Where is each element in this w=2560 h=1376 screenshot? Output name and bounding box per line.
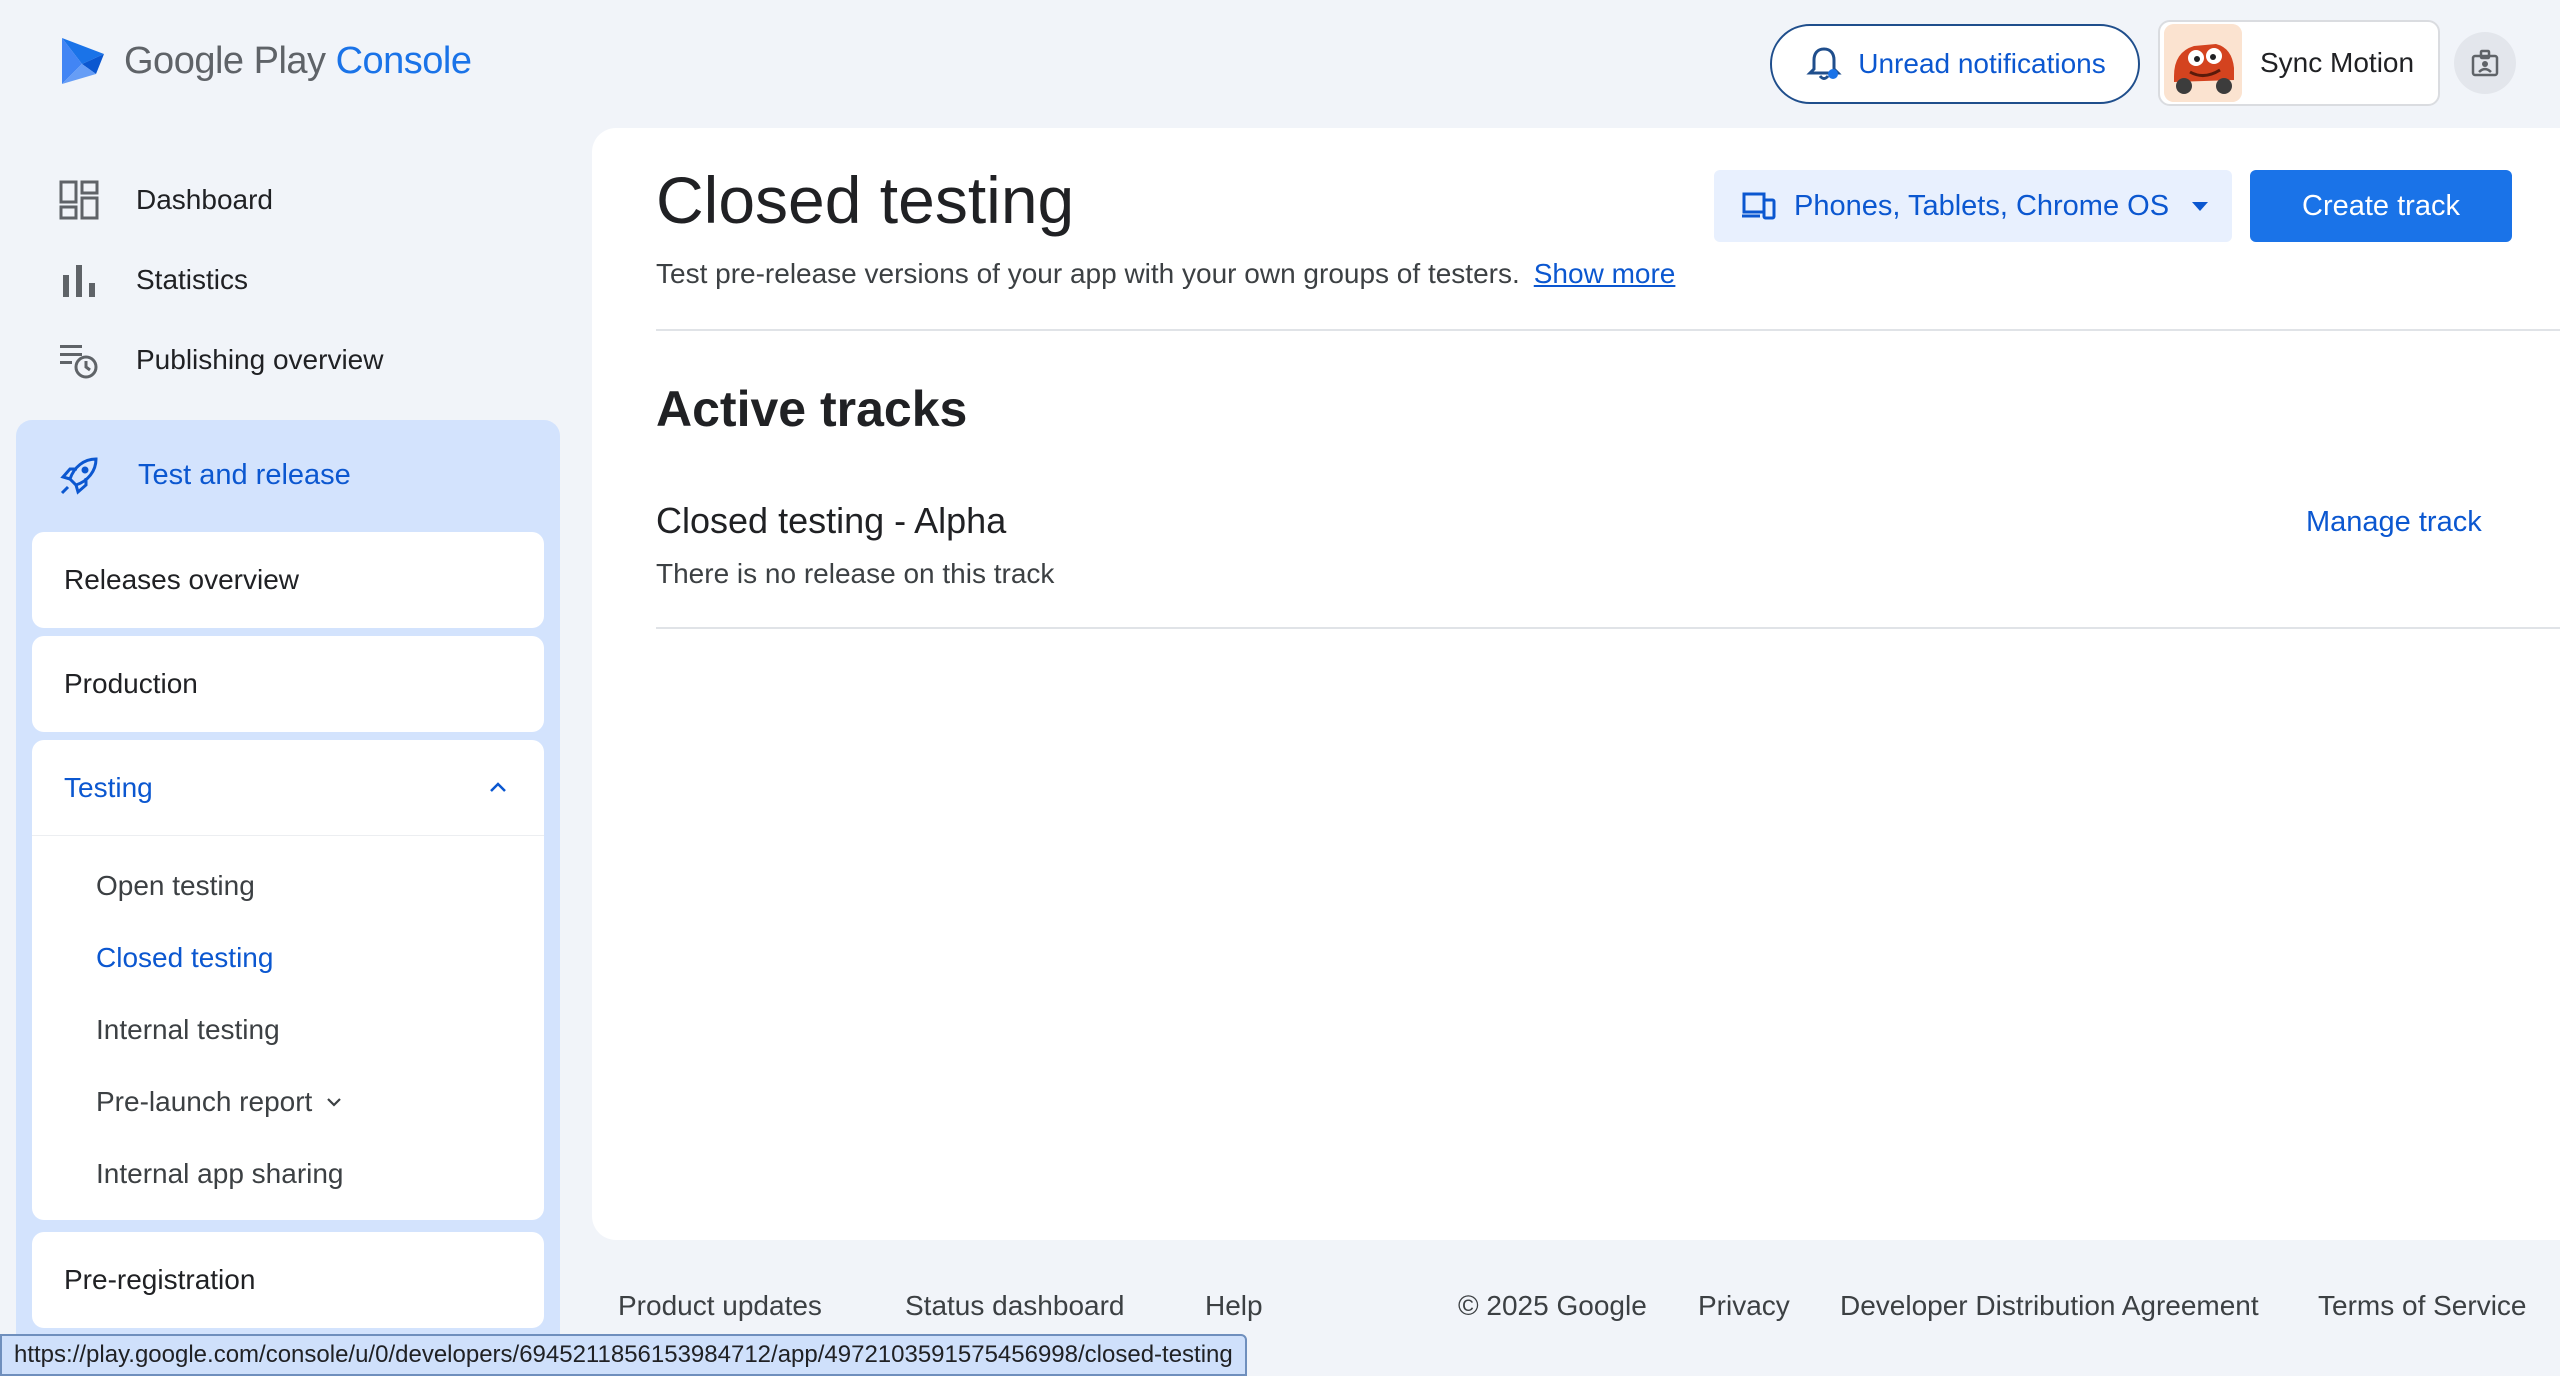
sidebar-item-label: Open testing bbox=[96, 870, 255, 901]
footer-link-terms-of-service[interactable]: Terms of Service bbox=[2318, 1290, 2527, 1322]
caret-down-icon bbox=[2192, 202, 2209, 211]
footer-link-help[interactable]: Help bbox=[1205, 1290, 1263, 1322]
track-status: There is no release on this track bbox=[656, 558, 1055, 589]
main-content: Closed testing Test pre-release versions… bbox=[592, 128, 2560, 1240]
sidebar-section-test-and-release: Test and release Releases overview Produ… bbox=[16, 420, 560, 1350]
devices-icon bbox=[1742, 192, 1776, 220]
sidebar-item-statistics[interactable]: Statistics bbox=[58, 240, 558, 320]
track-name: Closed testing - Alpha bbox=[656, 500, 1007, 541]
active-tracks-heading: Active tracks bbox=[656, 381, 968, 437]
play-console-logo[interactable]: Google Play Console bbox=[58, 34, 472, 88]
sidebar-card-production: Production bbox=[32, 636, 544, 732]
show-more-link[interactable]: Show more bbox=[1534, 258, 1676, 289]
sidebar-item-internal-testing[interactable]: Internal testing bbox=[32, 994, 544, 1066]
footer-link-developer-distribution-agreement[interactable]: Developer Distribution Agreement bbox=[1840, 1290, 2259, 1322]
sidebar-item-open-testing[interactable]: Open testing bbox=[32, 850, 544, 922]
chevron-down-icon bbox=[327, 1098, 342, 1107]
header-divider bbox=[656, 329, 2560, 331]
publishing-icon bbox=[60, 345, 98, 379]
logo-text: Google Play Console bbox=[124, 40, 472, 83]
footer-link-product-updates[interactable]: Product updates bbox=[618, 1290, 822, 1322]
page-description-text: Test pre-release versions of your app wi… bbox=[656, 258, 1520, 289]
sidebar-item-publishing-overview[interactable]: Publishing overview bbox=[58, 320, 558, 400]
app-avatar bbox=[2164, 24, 2242, 102]
manage-track-link[interactable]: Manage track bbox=[2306, 506, 2482, 539]
logo-brand: Google Play bbox=[124, 39, 326, 82]
sidebar-item-label: Testing bbox=[64, 771, 153, 803]
profile-button[interactable] bbox=[2454, 32, 2516, 94]
footer-link-status-dashboard[interactable]: Status dashboard bbox=[905, 1290, 1125, 1322]
device-filter-label: Phones, Tablets, Chrome OS bbox=[1794, 189, 2170, 222]
sidebar-item-pre-launch-report[interactable]: Pre-launch report bbox=[32, 1066, 544, 1138]
sidebar-item-dashboard[interactable]: Dashboard bbox=[58, 160, 558, 240]
badge-icon bbox=[2471, 49, 2499, 77]
sidebar-item-internal-app-sharing[interactable]: Internal app sharing bbox=[32, 1138, 544, 1210]
dashboard-icon bbox=[59, 180, 99, 220]
notifications-label: Unread notifications bbox=[1858, 48, 2106, 79]
testing-submenu: Open testing Closed testing Internal tes… bbox=[32, 836, 544, 1210]
logo-product: Console bbox=[335, 39, 472, 82]
track-divider bbox=[656, 627, 2560, 629]
sidebar-item-label: Publishing overview bbox=[136, 344, 384, 375]
sidebar-item-closed-testing[interactable]: Closed testing bbox=[32, 922, 544, 994]
sidebar-card-pre-registration: Pre-registration bbox=[32, 1232, 544, 1328]
unread-notifications-button[interactable]: Unread notifications bbox=[1770, 24, 2140, 104]
footer-copyright: © 2025 Google bbox=[1458, 1290, 1647, 1321]
sidebar-item-label: Internal testing bbox=[96, 1014, 280, 1045]
sidebar-item-label: Internal app sharing bbox=[96, 1158, 344, 1189]
bar-chart-icon bbox=[63, 265, 95, 297]
create-track-button[interactable]: Create track bbox=[2250, 170, 2512, 242]
bell-icon bbox=[1806, 47, 1842, 80]
sidebar-item-label: Dashboard bbox=[136, 184, 273, 215]
account-name: Sync Motion bbox=[2260, 47, 2415, 78]
account-chip[interactable]: Sync Motion bbox=[2158, 20, 2440, 106]
rocket-icon bbox=[60, 457, 98, 495]
device-filter-dropdown[interactable]: Phones, Tablets, Chrome OS bbox=[1714, 170, 2232, 242]
sidebar-item-releases-overview[interactable]: Releases overview bbox=[32, 532, 544, 628]
play-console-logo-icon bbox=[62, 38, 104, 84]
sidebar-top-nav: Dashboard Statistics Publishing overview bbox=[58, 160, 558, 400]
sidebar-item-label: Statistics bbox=[136, 264, 249, 295]
sidebar-item-pre-registration[interactable]: Pre-registration bbox=[32, 1232, 544, 1328]
footer-link-privacy[interactable]: Privacy bbox=[1698, 1290, 1790, 1322]
sidebar-item-testing[interactable]: Testing bbox=[32, 740, 544, 836]
sidebar-card-testing: Testing Open testing Closed testing Inte… bbox=[32, 740, 544, 1220]
sidebar-item-label: Test and release bbox=[138, 458, 351, 491]
page-description: Test pre-release versions of your app wi… bbox=[656, 258, 1675, 290]
car-mascot-icon bbox=[2164, 24, 2242, 102]
sidebar-item-production[interactable]: Production bbox=[32, 636, 544, 732]
sidebar-item-label: Closed testing bbox=[96, 942, 274, 973]
page-title: Closed testing bbox=[656, 163, 1075, 237]
sidebar-item-test-and-release[interactable]: Test and release bbox=[16, 420, 560, 530]
chevron-up-icon bbox=[490, 781, 506, 792]
sidebar-card-releases-overview: Releases overview bbox=[32, 532, 544, 628]
sidebar-item-label: Pre-launch report bbox=[96, 1086, 313, 1117]
status-bar-url: https://play.google.com/console/u/0/deve… bbox=[0, 1334, 1247, 1376]
